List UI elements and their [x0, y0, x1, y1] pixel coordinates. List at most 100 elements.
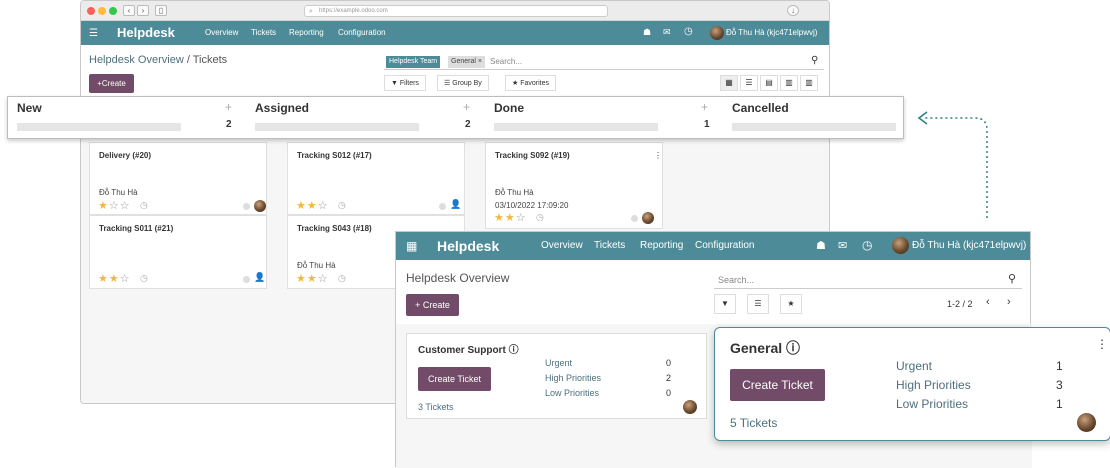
menu-overview[interactable]: Overview — [541, 232, 583, 260]
ticket-count-link[interactable]: 3 Tickets — [418, 402, 454, 412]
low-priorities-count[interactable]: 1 — [1056, 397, 1063, 411]
filter-icon[interactable]: ▼ — [714, 294, 736, 314]
urgent-count[interactable]: 0 — [666, 358, 671, 368]
priority-stars[interactable]: ★★☆ — [296, 272, 329, 285]
low-priorities-label[interactable]: Low Priorities — [896, 397, 968, 411]
pager-next-icon[interactable]: › — [1007, 296, 1011, 308]
clock-icon[interactable]: ◷ — [684, 26, 693, 37]
ticket-card[interactable]: Tracking S092 (#19) ⋮ Đỗ Thu Hà 03/10/20… — [485, 142, 663, 229]
card-menu-icon[interactable]: ⋮ — [1096, 337, 1108, 351]
calendar-view-icon[interactable]: ▥ — [780, 75, 798, 91]
status-dot[interactable] — [243, 276, 250, 283]
groupby-icon[interactable]: ☰ — [747, 294, 769, 314]
favorites-icon[interactable]: ★ — [780, 294, 802, 314]
column-new-title[interactable]: New — [17, 101, 42, 115]
minimize-window-dot[interactable] — [98, 7, 106, 15]
back-icon[interactable]: ‹ — [123, 5, 135, 16]
card-menu-icon[interactable]: ⋮ — [654, 151, 662, 160]
activity-clock-icon[interactable]: ◷ — [536, 212, 544, 223]
priority-stars[interactable]: ★★☆ — [494, 211, 527, 224]
column-done-add-icon[interactable]: + — [701, 100, 708, 114]
favorites-button[interactable]: ★ Favorites — [505, 75, 557, 91]
create-button[interactable]: + Create — [406, 294, 459, 316]
column-done-title[interactable]: Done — [494, 101, 524, 115]
priority-stars[interactable]: ★☆☆ — [98, 199, 131, 212]
create-button[interactable]: +Create — [89, 74, 134, 93]
info-icon[interactable]: ⓘ — [509, 345, 519, 356]
apps-menu-icon[interactable]: ☰ — [89, 28, 98, 39]
status-dot[interactable] — [439, 203, 446, 210]
ticket-count-link[interactable]: 5 Tickets — [730, 416, 777, 430]
forward-icon[interactable]: › — [137, 5, 149, 16]
ticket-card[interactable]: Tracking S012 (#17) ★★☆ ◷ 👤 — [287, 142, 465, 215]
create-ticket-button[interactable]: Create Ticket — [418, 367, 491, 391]
urgent-label[interactable]: Urgent — [545, 358, 572, 368]
menu-configuration[interactable]: Configuration — [695, 232, 754, 260]
pager-prev-icon[interactable]: ‹ — [986, 296, 990, 308]
close-window-dot[interactable] — [87, 7, 95, 15]
menu-tickets[interactable]: Tickets — [251, 21, 276, 45]
url-bar[interactable]: ⌕ https://example.odoo.com — [304, 5, 608, 17]
team-card-general[interactable]: General ⓘ ⋮ Create Ticket 5 Tickets Urge… — [714, 327, 1110, 441]
breadcrumb-parent[interactable]: Helpdesk Overview — [89, 54, 184, 66]
list-view-icon[interactable]: ☰ — [740, 75, 758, 91]
facet-close-icon[interactable]: × — [478, 58, 482, 65]
column-cancelled-title[interactable]: Cancelled — [732, 101, 789, 115]
overview-brand[interactable]: Helpdesk — [437, 232, 499, 260]
column-assigned-add-icon[interactable]: + — [463, 100, 470, 114]
status-dot[interactable] — [243, 203, 250, 210]
user-name[interactable]: Đỗ Thu Hà (kjc471elpwvj) — [912, 232, 1026, 260]
search-input[interactable]: Search... — [490, 57, 522, 66]
priority-stars[interactable]: ★★☆ — [296, 199, 329, 212]
menu-reporting[interactable]: Reporting — [640, 232, 683, 260]
team-card-customer-support[interactable]: Customer Support ⓘ Create Ticket 3 Ticke… — [406, 333, 707, 419]
urgent-count[interactable]: 1 — [1056, 359, 1063, 373]
high-priorities-count[interactable]: 3 — [1056, 378, 1063, 392]
user-avatar[interactable] — [892, 237, 909, 254]
user-name[interactable]: Đỗ Thu Hà (kjc471elpwvj) — [726, 21, 817, 45]
search-icon[interactable]: ⚲ — [811, 55, 818, 66]
info-icon[interactable]: ⓘ — [786, 340, 800, 356]
high-priorities-label[interactable]: High Priorities — [896, 378, 971, 392]
chat-icon[interactable]: ✉ — [838, 239, 847, 252]
sidebar-icon[interactable]: ▯ — [155, 5, 167, 16]
activity-clock-icon[interactable]: ◷ — [140, 200, 148, 211]
low-priorities-count[interactable]: 0 — [666, 388, 671, 398]
status-dot[interactable] — [631, 215, 638, 222]
search-input[interactable]: Search... — [718, 275, 754, 285]
high-priorities-label[interactable]: High Priorities — [545, 373, 601, 383]
apps-menu-icon[interactable]: ▦ — [406, 239, 417, 253]
column-assigned-title[interactable]: Assigned — [255, 101, 309, 115]
chat-icon[interactable]: ✉ — [663, 27, 671, 38]
activity-clock-icon[interactable]: ◷ — [140, 273, 148, 284]
search-bar[interactable]: Search... ⚲ — [714, 271, 1022, 289]
app-brand[interactable]: Helpdesk — [117, 21, 175, 45]
download-icon[interactable]: ↓ — [787, 5, 799, 16]
groupby-button[interactable]: ☰ Group By — [437, 75, 489, 91]
activity-clock-icon[interactable]: ◷ — [338, 200, 346, 211]
menu-overview[interactable]: Overview — [205, 21, 238, 45]
menu-configuration[interactable]: Configuration — [338, 21, 386, 45]
menu-tickets[interactable]: Tickets — [594, 232, 625, 260]
priority-stars[interactable]: ★★☆ — [98, 272, 131, 285]
urgent-label[interactable]: Urgent — [896, 359, 932, 373]
bug-icon[interactable]: ☗ — [816, 239, 826, 252]
low-priorities-label[interactable]: Low Priorities — [545, 388, 599, 398]
maximize-window-dot[interactable] — [109, 7, 117, 15]
user-avatar[interactable] — [710, 26, 724, 40]
bug-icon[interactable]: ☗ — [643, 27, 651, 38]
ticket-card[interactable]: Delivery (#20) Đỗ Thu Hà ★☆☆ ◷ — [89, 142, 267, 215]
create-ticket-button[interactable]: Create Ticket — [730, 369, 825, 401]
menu-reporting[interactable]: Reporting — [289, 21, 324, 45]
filters-button[interactable]: ▼ Filters — [384, 75, 426, 91]
ticket-card[interactable]: Tracking S011 (#21) ★★☆ ◷ 👤 — [89, 215, 267, 289]
kanban-view-icon[interactable]: ▦ — [720, 75, 738, 91]
search-icon[interactable]: ⚲ — [1008, 272, 1016, 285]
high-priorities-count[interactable]: 2 — [666, 373, 671, 383]
graph-view-icon[interactable]: ▥ — [800, 75, 818, 91]
clock-icon[interactable]: ◷ — [862, 238, 872, 252]
column-new-add-icon[interactable]: + — [225, 100, 232, 114]
search-bar[interactable]: Helpdesk Team General × Search... ⚲ — [384, 54, 824, 70]
activity-clock-icon[interactable]: ◷ — [338, 273, 346, 284]
pager-value[interactable]: 1-2 / 2 — [947, 299, 973, 309]
